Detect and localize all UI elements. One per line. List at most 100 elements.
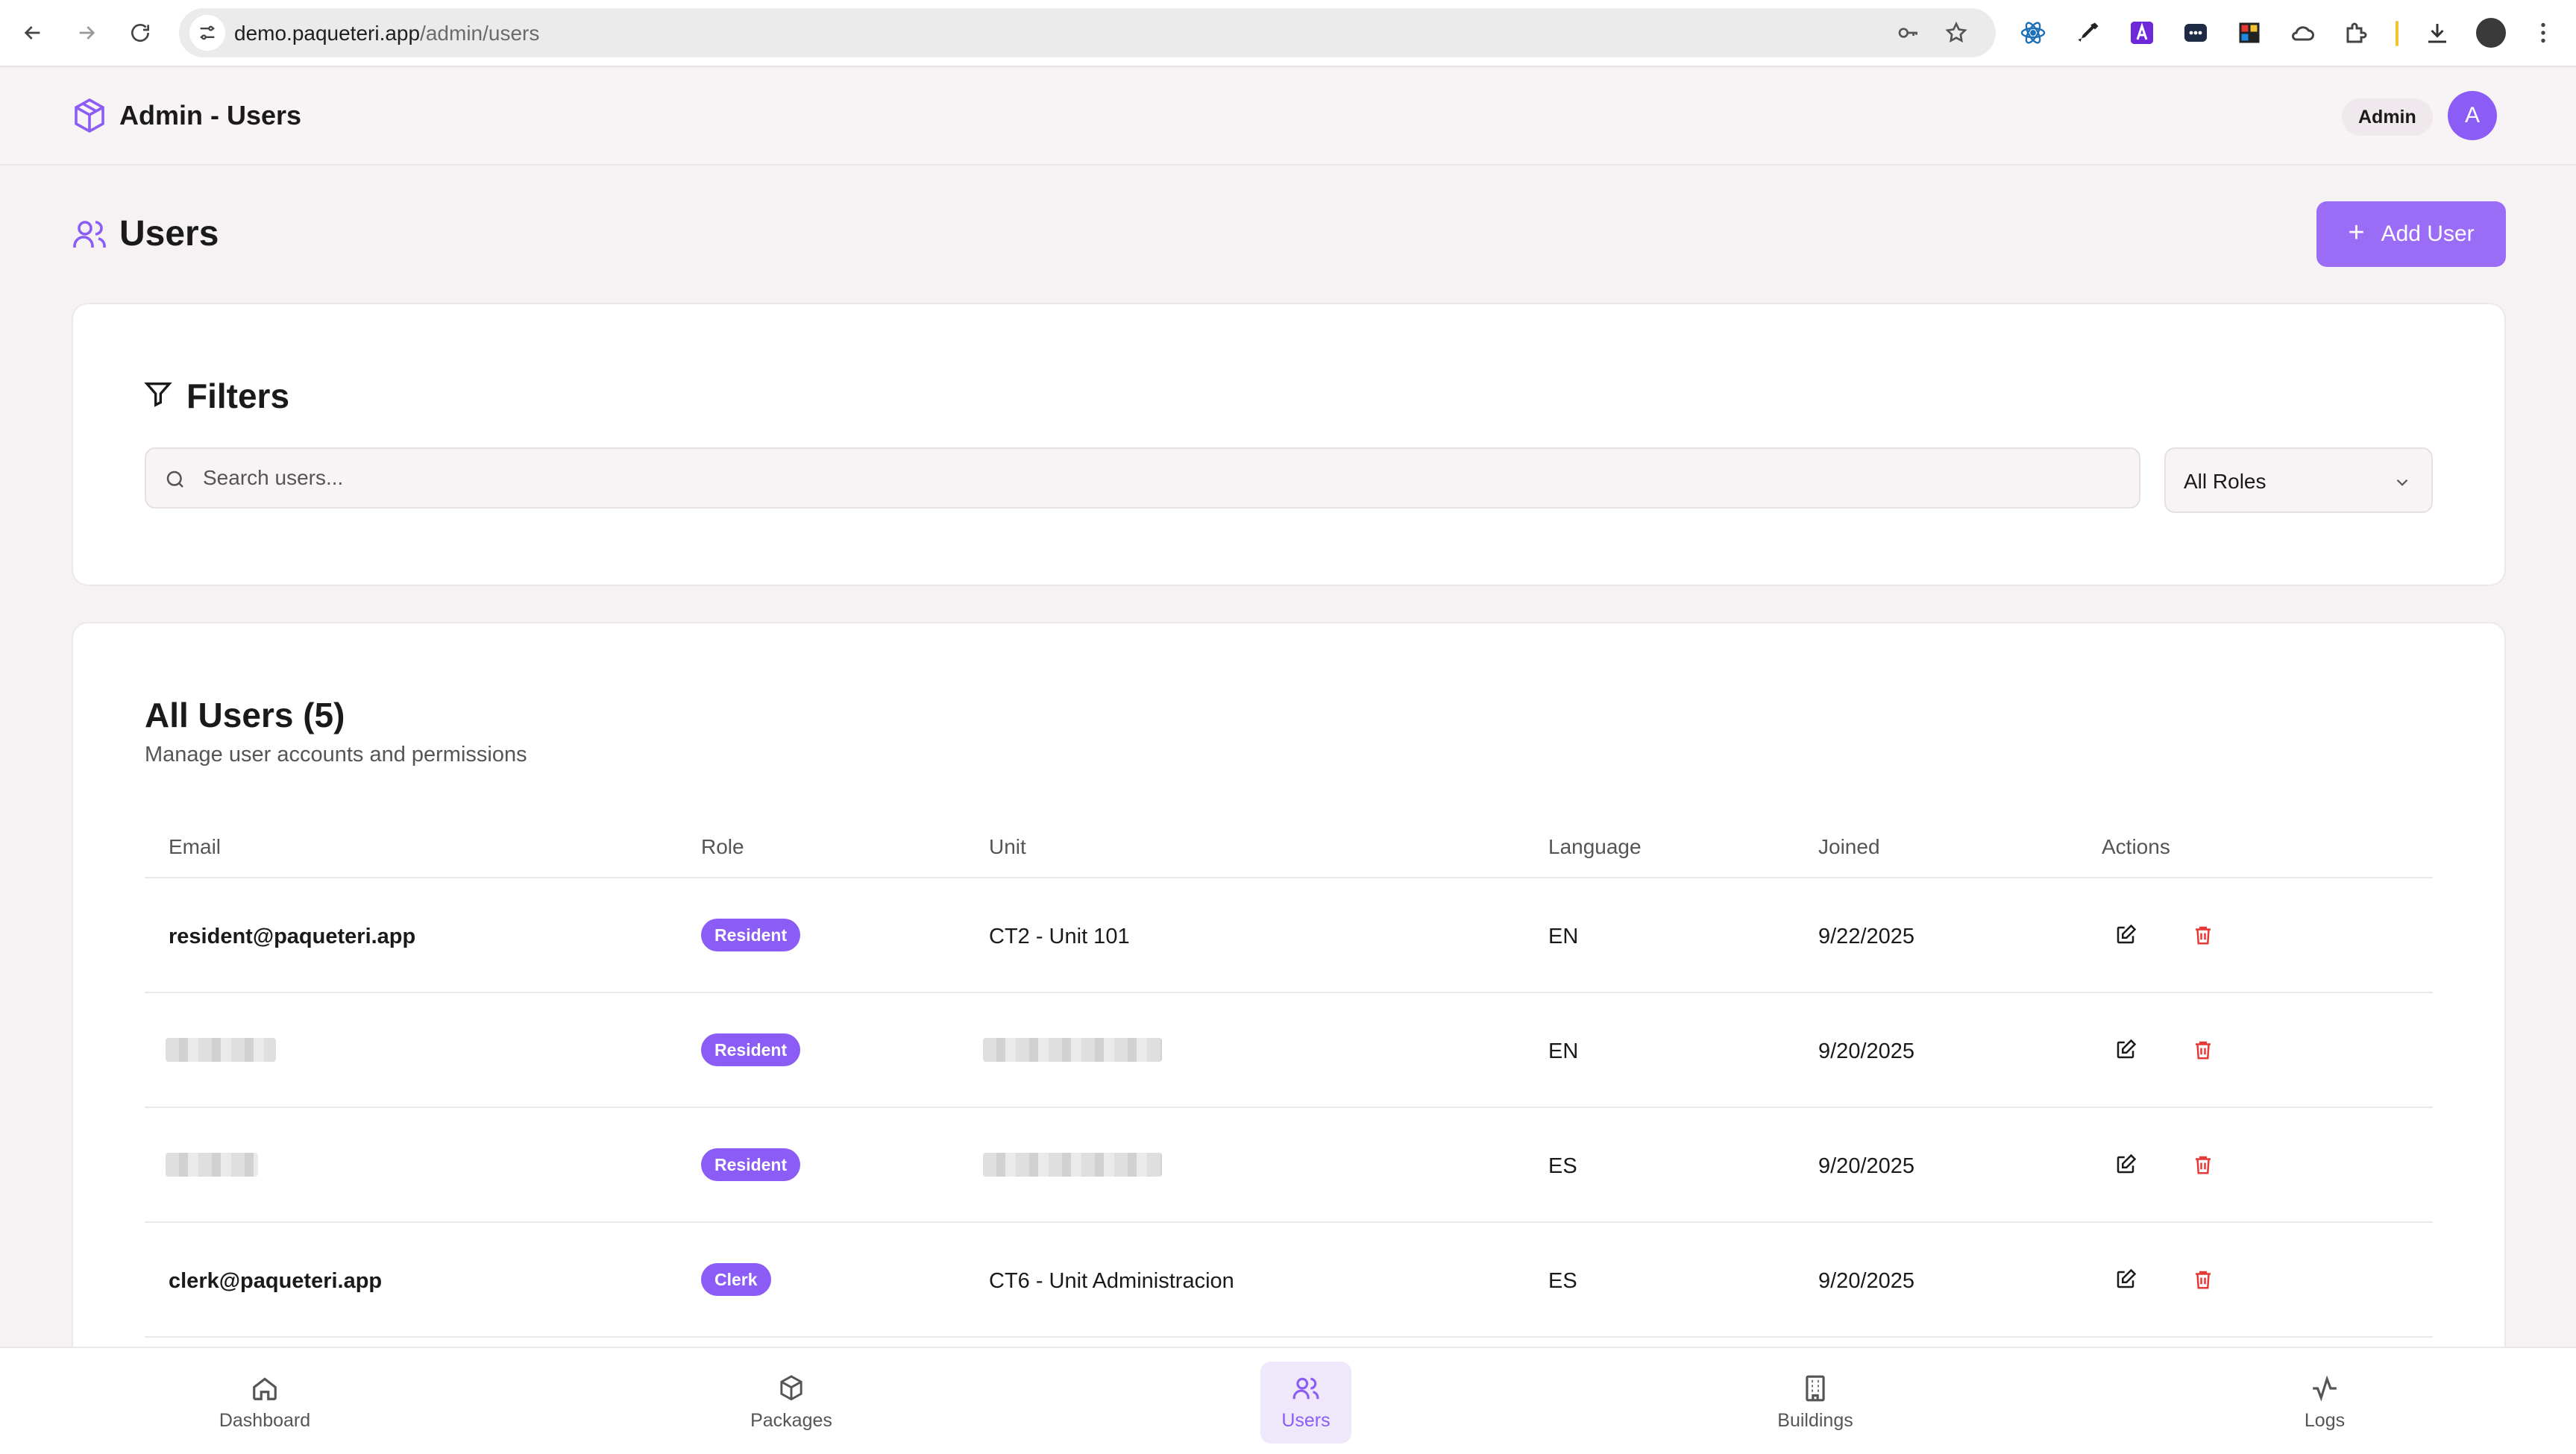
user-joined-date: 9/20/2025 <box>1818 1154 1915 1178</box>
page-title: Users <box>119 214 219 254</box>
nav-label: Buildings <box>1777 1409 1853 1431</box>
users-card: All Users (5) Manage user accounts and p… <box>72 622 2506 1454</box>
search-input[interactable] <box>203 449 2127 507</box>
user-language: EN <box>1548 1039 1579 1063</box>
nav-item-logs[interactable]: Logs <box>2279 1362 2370 1444</box>
plus-icon: + <box>2348 217 2365 248</box>
column-header-role: Role <box>701 835 744 858</box>
delete-user-button[interactable] <box>2187 1033 2220 1066</box>
role-badge: Admin <box>2342 98 2433 136</box>
design-extension-icon[interactable] <box>2233 16 2266 49</box>
arrow-left-icon <box>24 26 40 40</box>
user-avatar[interactable]: A <box>2448 91 2497 140</box>
font-extension-icon[interactable] <box>2126 16 2158 49</box>
key-icon[interactable] <box>1894 19 1923 47</box>
users-table: Email Role Unit Language Joined Actions … <box>145 813 2433 1338</box>
nav-item-users[interactable]: Users <box>1260 1362 1351 1444</box>
reload-icon <box>131 24 149 42</box>
activity-icon <box>2313 1374 2337 1402</box>
app-header: Admin - Users Admin A <box>0 69 2576 166</box>
filters-card: Filters All Roles <box>72 303 2506 586</box>
nav-label: Logs <box>2304 1409 2346 1431</box>
table-header: Email Role Unit Language Joined Actions <box>145 813 2433 878</box>
role-badge: Clerk <box>701 1263 771 1296</box>
reload-button[interactable] <box>122 15 158 51</box>
role-badge: Resident <box>701 1148 801 1181</box>
table-row: resident@paqueteri.app Resident CT2 - Un… <box>145 878 2433 993</box>
user-language: ES <box>1548 1154 1577 1178</box>
user-joined-date: 9/20/2025 <box>1818 1269 1915 1293</box>
delete-user-button[interactable] <box>2187 1263 2220 1296</box>
redacted-email <box>166 1153 258 1177</box>
forward-button[interactable] <box>69 15 104 51</box>
browser-toolbar: demo.paqueteri.app/admin/users <box>0 0 2576 67</box>
search-icon <box>166 470 183 488</box>
site-info-icon[interactable] <box>189 15 225 51</box>
table-row: Resident ES 9/20/2025 <box>145 1108 2433 1223</box>
nav-label: Dashboard <box>219 1409 311 1431</box>
table-row: Resident EN 9/20/2025 <box>145 993 2433 1108</box>
redacted-email <box>166 1038 276 1062</box>
trash-icon <box>2196 1156 2211 1174</box>
column-header-email: Email <box>169 835 222 858</box>
app-title: Admin - Users <box>119 100 302 130</box>
column-header-language: Language <box>1548 835 1642 858</box>
table-row: clerk@paqueteri.app Clerk CT6 - Unit Adm… <box>145 1223 2433 1338</box>
browser-menu-icon[interactable] <box>2527 16 2560 49</box>
more-extension-icon[interactable] <box>2179 16 2212 49</box>
nav-item-packages[interactable]: Packages <box>746 1362 837 1444</box>
react-devtools-icon[interactable] <box>2017 16 2049 49</box>
filter-icon <box>144 383 172 407</box>
user-joined-date: 9/22/2025 <box>1818 925 1915 948</box>
user-joined-date: 9/20/2025 <box>1818 1039 1915 1063</box>
users-icon <box>73 221 106 248</box>
bottom-navigation: Dashboard Packages Users Buildings Logs <box>0 1347 2576 1454</box>
redacted-unit <box>983 1038 1162 1062</box>
eyedropper-icon[interactable] <box>2072 16 2105 49</box>
edit-icon <box>2117 1268 2137 1288</box>
user-unit: CT6 - Unit Administracion <box>989 1269 1234 1293</box>
download-icon[interactable] <box>2421 16 2454 49</box>
bookmark-star-icon[interactable] <box>1942 19 1970 47</box>
add-user-button[interactable]: + Add User <box>2316 201 2506 267</box>
delete-user-button[interactable] <box>2187 1148 2220 1181</box>
trash-icon <box>2196 926 2211 945</box>
users-table-subtitle: Manage user accounts and permissions <box>145 743 527 767</box>
package-logo-icon <box>75 98 104 133</box>
profile-avatar-icon[interactable] <box>2476 18 2506 48</box>
cloud-extension-icon[interactable] <box>2287 16 2319 49</box>
role-filter-value: All Roles <box>2184 470 2266 493</box>
edit-user-button[interactable] <box>2109 1148 2142 1181</box>
home-icon <box>253 1376 277 1400</box>
column-header-actions: Actions <box>2102 835 2170 858</box>
back-button[interactable] <box>15 15 51 51</box>
edit-user-button[interactable] <box>2109 1033 2142 1066</box>
nav-item-buildings[interactable]: Buildings <box>1769 1362 1862 1444</box>
package-icon <box>780 1374 802 1400</box>
users-icon <box>1292 1377 1319 1399</box>
role-filter-select[interactable]: All Roles <box>2164 447 2433 513</box>
user-email: clerk@paqueteri.app <box>169 1269 383 1293</box>
address-bar[interactable]: demo.paqueteri.app/admin/users <box>179 8 1996 57</box>
arrow-right-icon <box>79 26 95 40</box>
search-field[interactable] <box>145 447 2140 509</box>
user-unit: CT2 - Unit 101 <box>989 925 1130 948</box>
add-user-label: Add User <box>2381 221 2475 246</box>
users-table-title: All Users (5) <box>145 696 345 734</box>
redacted-unit <box>983 1153 1162 1177</box>
toolbar-separator <box>2396 21 2398 46</box>
edit-user-button[interactable] <box>2109 919 2142 951</box>
user-language: EN <box>1548 925 1579 948</box>
edit-icon <box>2117 924 2137 944</box>
trash-icon <box>2196 1271 2211 1289</box>
nav-label: Users <box>1281 1409 1331 1431</box>
delete-user-button[interactable] <box>2187 919 2220 951</box>
user-language: ES <box>1548 1269 1577 1293</box>
building-icon <box>1806 1375 1825 1401</box>
role-badge: Resident <box>701 1033 801 1066</box>
edit-user-button[interactable] <box>2109 1263 2142 1296</box>
nav-item-dashboard[interactable]: Dashboard <box>219 1362 310 1444</box>
role-badge: Resident <box>701 919 801 951</box>
extensions-puzzle-icon[interactable] <box>2340 16 2373 49</box>
user-email: resident@paqueteri.app <box>169 925 416 948</box>
